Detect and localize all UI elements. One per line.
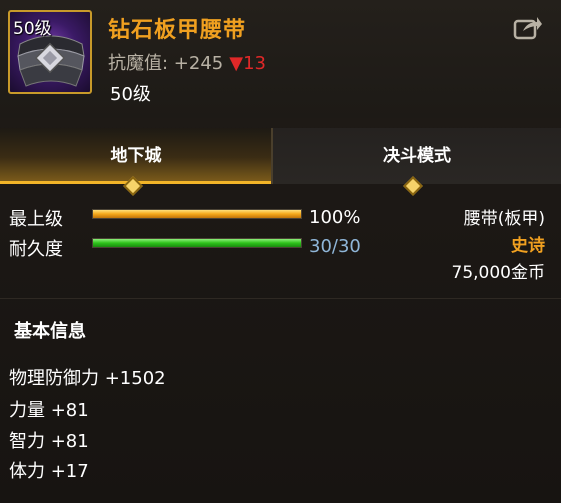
quality-bar [92, 209, 302, 219]
item-level-tag: 50级 [13, 19, 52, 39]
stat-decrease: ▼13 [229, 53, 266, 74]
item-header: 50级 钻石板甲腰带 抗魔值: +245 ▼13 50级 [0, 0, 561, 118]
required-level: 50级 [110, 84, 151, 105]
tab-divider [271, 128, 273, 184]
durability-bar-fill [93, 239, 301, 247]
item-icon-frame[interactable]: 50级 [8, 10, 92, 94]
tab-bar: 地下城 决斗模式 [0, 128, 561, 184]
attribute-intelligence: 智力 +81 [9, 431, 89, 452]
durability-bar [92, 238, 302, 248]
magic-resistance-stat: 抗魔值: +245 [108, 53, 224, 74]
tab-duel-mode[interactable]: 决斗模式 [273, 128, 561, 184]
durability-label: 耐久度 [9, 239, 63, 260]
durability-value: 30/30 [309, 236, 361, 257]
quality-label: 最上级 [9, 209, 63, 230]
attribute-strength: 力量 +81 [9, 400, 89, 421]
quality-bar-fill [93, 210, 301, 218]
basic-info-title: 基本信息 [14, 321, 86, 342]
quality-value: 100% [309, 207, 361, 228]
share-icon[interactable] [513, 14, 543, 40]
section-divider [0, 298, 561, 299]
attribute-vitality: 体力 +17 [9, 461, 89, 482]
attribute-physical-defense: 物理防御力 +1502 [9, 368, 166, 389]
item-rarity: 史诗 [511, 236, 545, 256]
item-price: 75,000金币 [451, 263, 545, 283]
tab-dungeon[interactable]: 地下城 [0, 128, 272, 184]
item-name: 钻石板甲腰带 [108, 18, 247, 43]
item-tooltip-panel: 50级 钻石板甲腰带 抗魔值: +245 ▼13 50级 地下城 决斗模式 最上级… [0, 0, 561, 503]
item-type: 腰带(板甲) [463, 209, 545, 229]
item-stat-line: 抗魔值: +245 ▼13 [108, 49, 266, 75]
